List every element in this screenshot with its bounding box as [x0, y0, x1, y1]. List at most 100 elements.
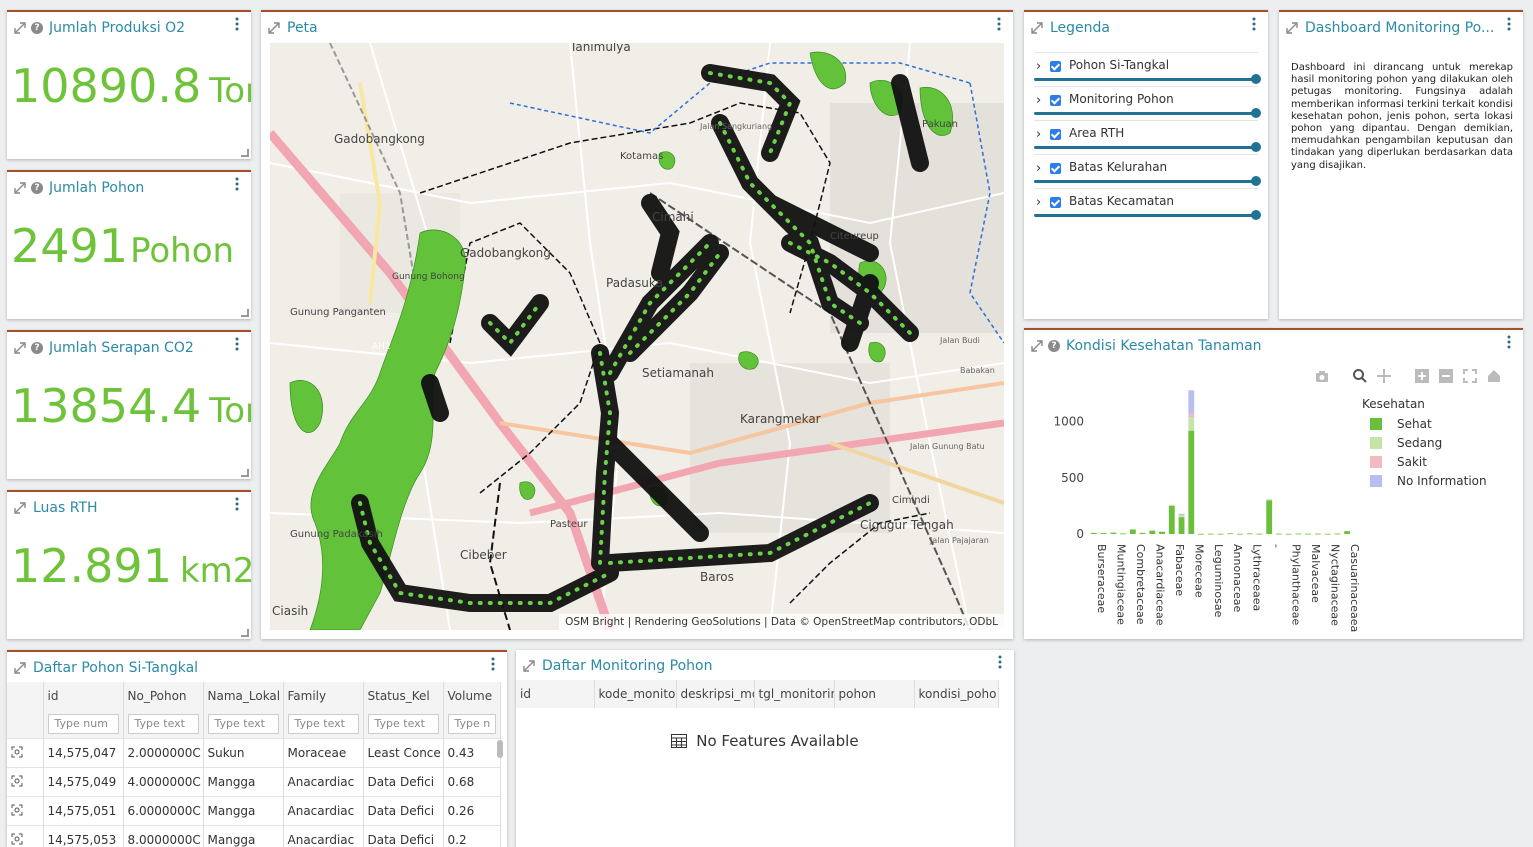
resize-handle[interactable]: [241, 629, 249, 637]
layer-checkbox[interactable]: [1050, 163, 1061, 174]
kebab-menu-icon[interactable]: [229, 176, 245, 192]
slider-handle[interactable]: [1251, 74, 1261, 84]
chart-bar[interactable]: [1198, 533, 1204, 535]
kebab-menu-icon[interactable]: [485, 656, 501, 672]
layer-checkbox[interactable]: [1050, 197, 1061, 208]
zoom-to-feature-icon[interactable]: [11, 746, 23, 758]
chart-bar[interactable]: [1314, 533, 1321, 535]
kebab-menu-icon[interactable]: [229, 16, 245, 32]
kebab-menu-icon[interactable]: [1246, 16, 1262, 32]
chart-bar[interactable]: [1324, 533, 1331, 535]
column-header[interactable]: pohon: [834, 680, 915, 708]
chart-bar[interactable]: [1178, 514, 1185, 518]
vertical-scrollbar[interactable]: [497, 740, 503, 758]
chart-bar[interactable]: [1168, 504, 1175, 506]
expand-icon[interactable]: [13, 341, 27, 355]
slider-handle[interactable]: [1251, 210, 1261, 220]
chart-bar[interactable]: [1305, 533, 1312, 535]
table-row[interactable]: 14,575,053 8.0000000C Mangga Anacardiac …: [7, 825, 501, 847]
table-row[interactable]: 14,575,047 2.0000000C Sukun Moraceae Lea…: [7, 738, 501, 768]
legend-swatch[interactable]: [1370, 456, 1382, 468]
chart-bar[interactable]: [1266, 500, 1273, 534]
chart-bar[interactable]: [1344, 531, 1351, 534]
column-header[interactable]: No_Pohon: [123, 682, 204, 710]
chart-bar[interactable]: [1188, 417, 1195, 431]
table-row[interactable]: 14,575,051 6.0000000C Mangga Anacardiac …: [7, 796, 501, 826]
chevron-right-icon[interactable]: ›: [1036, 127, 1041, 142]
filter-input[interactable]: Type text: [287, 714, 359, 734]
column-header[interactable]: deskripsi_mo: [676, 680, 755, 708]
expand-icon[interactable]: [267, 21, 281, 35]
legend-label[interactable]: Sehat: [1397, 417, 1432, 431]
chart-bar[interactable]: [1090, 532, 1097, 534]
filter-input[interactable]: Type text: [127, 714, 199, 734]
help-icon[interactable]: ?: [31, 342, 43, 354]
chart-bar[interactable]: [1276, 533, 1282, 535]
opacity-slider[interactable]: [1034, 210, 1261, 220]
chart-bar[interactable]: [1100, 533, 1107, 534]
chart-bar[interactable]: [1120, 533, 1127, 535]
chart-bar[interactable]: [1334, 533, 1341, 535]
legend-label[interactable]: No Information: [1397, 474, 1487, 488]
expand-icon[interactable]: [13, 661, 27, 675]
kebab-menu-icon[interactable]: [1501, 16, 1517, 32]
opacity-slider[interactable]: [1034, 108, 1261, 118]
slider-handle[interactable]: [1251, 108, 1261, 118]
chart-bar[interactable]: [1207, 533, 1214, 535]
slider-handle[interactable]: [1251, 142, 1261, 152]
resize-handle[interactable]: [241, 149, 249, 157]
kebab-menu-icon[interactable]: [992, 654, 1008, 670]
resize-handle[interactable]: [241, 309, 249, 317]
chart-bar[interactable]: [1110, 532, 1117, 534]
column-header[interactable]: Nama_Lokal: [203, 682, 284, 710]
legend-item-pohon-si-tangkal[interactable]: › Pohon Si-Tangkal: [1034, 52, 1261, 85]
opacity-slider[interactable]: [1034, 176, 1261, 186]
chevron-right-icon[interactable]: ›: [1036, 59, 1041, 74]
chart-bar[interactable]: [1266, 499, 1273, 501]
zoom-to-feature-icon[interactable]: [11, 775, 23, 787]
column-header[interactable]: kode_monitor: [594, 680, 677, 708]
help-icon[interactable]: ?: [31, 22, 43, 34]
legend-item-batas-kelurahan[interactable]: › Batas Kelurahan: [1034, 154, 1261, 187]
legend-label[interactable]: Sedang: [1397, 436, 1442, 450]
layer-checkbox[interactable]: [1050, 95, 1061, 106]
map-canvas[interactable]: Tanimulya Gadobangkong Gadobangkong Gunu…: [270, 43, 1004, 630]
layer-checkbox[interactable]: [1050, 61, 1061, 72]
table-row[interactable]: 14,575,049 4.0000000C Mangga Anacardiac …: [7, 767, 501, 797]
chart-bar[interactable]: [1178, 517, 1185, 534]
filter-input[interactable]: Type num: [47, 714, 119, 734]
filter-input[interactable]: Type n: [447, 714, 496, 734]
chart-bar[interactable]: [1237, 533, 1243, 535]
kebab-menu-icon[interactable]: [229, 336, 245, 352]
filter-input[interactable]: Type text: [367, 714, 439, 734]
legend-swatch[interactable]: [1370, 437, 1382, 449]
legend-item-area-rth[interactable]: › Area RTH: [1034, 120, 1261, 153]
expand-icon[interactable]: [1285, 21, 1299, 35]
expand-icon[interactable]: [13, 181, 27, 195]
column-header[interactable]: id: [516, 680, 595, 708]
expand-icon[interactable]: [1030, 21, 1044, 35]
opacity-slider[interactable]: [1034, 74, 1261, 84]
slider-handle[interactable]: [1251, 176, 1261, 186]
column-header[interactable]: Status_Kel: [363, 682, 444, 710]
opacity-slider[interactable]: [1034, 142, 1261, 152]
chart-bar[interactable]: [1188, 390, 1195, 414]
kebab-menu-icon[interactable]: [991, 16, 1007, 32]
chart-bar[interactable]: [1285, 533, 1292, 535]
resize-handle[interactable]: [241, 469, 249, 477]
chevron-right-icon[interactable]: ›: [1036, 93, 1041, 108]
layer-checkbox[interactable]: [1050, 129, 1061, 140]
chart-bar[interactable]: [1168, 505, 1175, 534]
column-header[interactable]: id: [43, 682, 124, 710]
chart-bar[interactable]: [1217, 533, 1224, 535]
chart-bar[interactable]: [1256, 533, 1263, 535]
chart-bar[interactable]: [1178, 513, 1185, 515]
chevron-right-icon[interactable]: ›: [1036, 161, 1041, 176]
chart-bar[interactable]: [1159, 531, 1165, 534]
chart-bar[interactable]: [1246, 533, 1253, 535]
column-header[interactable]: Volume: [443, 682, 501, 710]
zoom-to-feature-icon[interactable]: [11, 833, 23, 845]
expand-icon[interactable]: [13, 21, 27, 35]
expand-icon[interactable]: [522, 659, 536, 673]
kebab-menu-icon[interactable]: [229, 496, 245, 512]
